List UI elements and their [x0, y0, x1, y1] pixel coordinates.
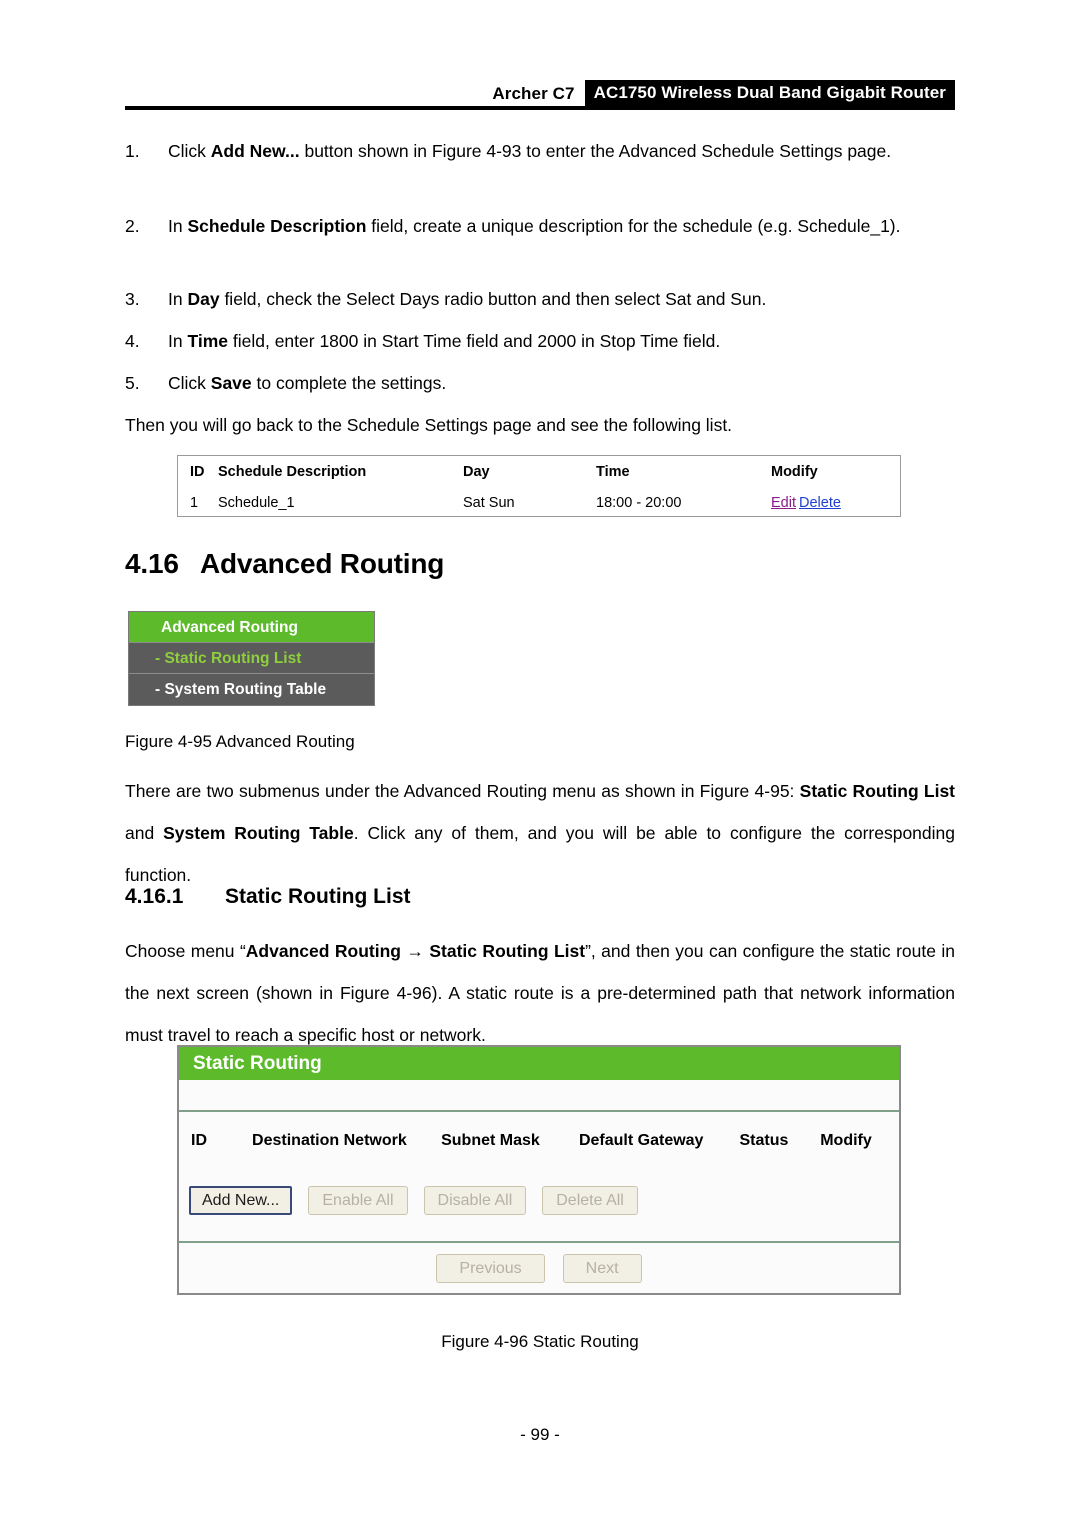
table-row: 1 Schedule_1 Sat Sun 18:00 - 20:00 Edit D…: [178, 487, 900, 518]
choose-menu-paragraph: Choose menu “Advanced Routing → Static R…: [125, 941, 956, 1045]
static-routing-panel: Static Routing ID Destination Network Su…: [177, 1045, 901, 1295]
cell-time: 18:00 - 20:00: [596, 494, 682, 511]
section-number: 4.16: [125, 548, 179, 579]
column-header-subnet-mask: Subnet Mask: [441, 1132, 540, 1149]
column-header-status: Status: [739, 1132, 789, 1149]
figure-96-caption: Figure 4-96 Static Routing: [441, 1332, 639, 1351]
list-item-text: In Time field, enter 1800 in Start Time …: [168, 331, 721, 351]
menu-header-advanced-routing[interactable]: Advanced Routing: [129, 612, 374, 643]
previous-button[interactable]: Previous: [436, 1253, 545, 1283]
enable-all-button[interactable]: Enable All: [308, 1186, 408, 1215]
list-item: 1. Click Add New... button shown in Figu…: [125, 130, 955, 172]
schedule-list-table: ID Schedule Description Day Time Modify …: [177, 455, 901, 517]
figure-95-caption: Figure 4-95 Advanced Routing: [125, 732, 355, 751]
list-item-text: Click Add New... button shown in Figure …: [168, 141, 892, 161]
list-item: 4. In Time field, enter 1800 in Start Ti…: [125, 320, 955, 362]
document-page: Archer C7 AC1750 Wireless Dual Band Giga…: [0, 0, 1080, 1527]
panel-pager: Previous Next: [179, 1243, 899, 1293]
column-header-id: ID: [191, 1132, 207, 1149]
panel-title: Static Routing: [179, 1047, 899, 1080]
panel-spacer: [179, 1080, 899, 1112]
disable-all-button[interactable]: Disable All: [423, 1186, 527, 1215]
subsection-title: Static Routing List: [225, 885, 411, 908]
page-number: - 99 -: [520, 1425, 560, 1444]
advanced-routing-menu: Advanced Routing - Static Routing List -…: [128, 611, 375, 706]
column-header-modify: Modify: [771, 463, 818, 480]
cell-id: 1: [190, 494, 199, 511]
add-new-button[interactable]: Add New...: [189, 1186, 293, 1215]
header-rule: [125, 106, 955, 110]
list-item-number: 2.: [125, 216, 140, 236]
subsection-heading: 4.16.1 Static Routing List: [125, 885, 411, 909]
table-header-row: ID Destination Network Subnet Mask Defau…: [179, 1126, 899, 1156]
list-item-text: In Schedule Description field, create a …: [168, 216, 901, 236]
panel-button-row: Add New... Enable All Disable All Delete…: [179, 1186, 899, 1215]
list-item-number: 5.: [125, 373, 140, 393]
column-header-modify: Modify: [820, 1132, 872, 1149]
next-button[interactable]: Next: [562, 1253, 642, 1283]
column-header-description: Schedule Description: [218, 463, 367, 480]
column-header-day: Day: [463, 463, 490, 480]
section-heading: 4.16 Advanced Routing: [125, 548, 444, 580]
cell-day: Sat Sun: [463, 494, 515, 511]
intro-paragraph: Then you will go back to the Schedule Se…: [125, 415, 733, 435]
cell-modify: Edit Delete: [771, 495, 891, 511]
cell-description: Schedule_1: [218, 494, 295, 511]
list-item: 2. In Schedule Description field, create…: [125, 205, 955, 247]
page-header: Archer C7 AC1750 Wireless Dual Band Giga…: [125, 80, 955, 106]
header-model-name: Archer C7: [492, 84, 575, 103]
column-header-id: ID: [190, 463, 205, 480]
list-item-number: 1.: [125, 141, 140, 161]
edit-link[interactable]: Edit: [771, 495, 796, 511]
list-item: 5. Click Save to complete the settings.: [125, 362, 955, 404]
column-header-time: Time: [596, 463, 630, 480]
list-item-number: 3.: [125, 289, 140, 309]
submenu-paragraph: There are two submenus under the Advance…: [125, 781, 956, 885]
menu-item-static-routing-list[interactable]: - Static Routing List: [129, 643, 374, 674]
list-item-number: 4.: [125, 331, 140, 351]
list-item: 3. In Day field, check the Select Days r…: [125, 278, 955, 320]
list-item-text: In Day field, check the Select Days radi…: [168, 289, 767, 309]
delete-all-button[interactable]: Delete All: [542, 1186, 638, 1215]
panel-body: ID Destination Network Subnet Mask Defau…: [179, 1112, 899, 1243]
list-item-text: Click Save to complete the settings.: [168, 373, 447, 393]
menu-item-system-routing-table[interactable]: - System Routing Table: [129, 674, 374, 705]
section-title: Advanced Routing: [200, 548, 445, 579]
column-header-destination-network: Destination Network: [252, 1132, 407, 1149]
delete-link[interactable]: Delete: [799, 495, 841, 511]
subsection-number: 4.16.1: [125, 885, 184, 908]
column-header-default-gateway: Default Gateway: [578, 1132, 704, 1149]
header-product-name: AC1750 Wireless Dual Band Gigabit Router: [584, 80, 955, 106]
table-header-row: ID Schedule Description Day Time Modify: [178, 456, 900, 487]
